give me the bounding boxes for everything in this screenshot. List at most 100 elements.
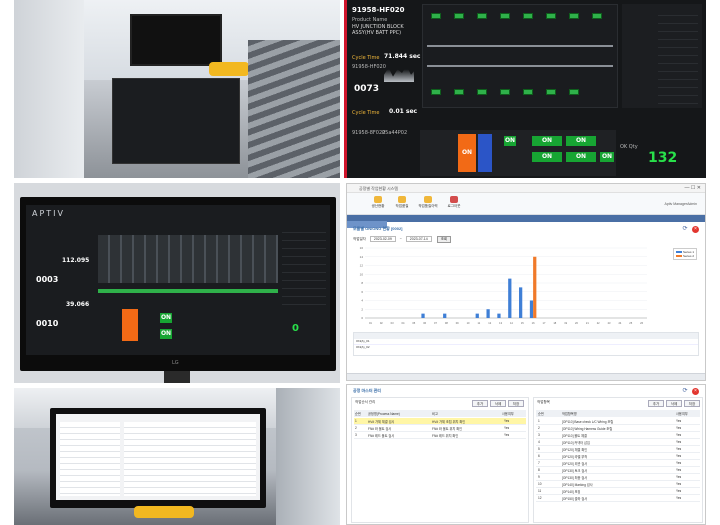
chart-legend: Series 1 Series 2 [673,248,697,260]
yellow-parts [209,62,249,76]
right-cell-use: Yes [676,489,682,493]
x-tick-label: 25 [629,321,632,325]
left-h-note: 비고 [432,412,438,416]
left-table-row[interactable]: 1 HV# 가체 체결 검사 HV# 가체 조립 위치 확인 Yes [354,418,526,425]
report-window: 공정별 작업현황 시스템 — ☐ ✕ 생산현황 작업품질 작업품질이력 로그아웃… [346,183,706,381]
search-button[interactable]: 조회 [436,236,452,243]
ribbon-btn-history[interactable]: 작업품질이력 [417,195,439,213]
right-add-button[interactable]: 추가 [648,400,664,407]
right-cell-use: Yes [676,419,682,423]
right-table-row[interactable]: 10 [OP140] Marking 검사 Yes [536,481,700,488]
right-cell-name: [OP130] 토크 검사 [562,469,588,473]
monitor-cycle-time2: 39.066 [66,301,90,308]
right-table-row[interactable]: 4 [OP110] 커넥터 삽입 Yes [536,439,700,446]
right-table-row[interactable]: 7 [OP120] 외관 검사 Yes [536,460,700,467]
x-tick-label: 19 [564,321,567,325]
right-table-row[interactable]: 1 [OP110] Base check L/C Wiring 조립 Yes [536,418,700,425]
ribbon: 생산현황 작업품질 작업품질이력 로그아웃 Aptiv ManagerAdmin [347,193,705,215]
right-table-row[interactable]: 8 [OP130] 토크 검사 Yes [536,467,700,474]
monitor-screen: APTIV 112.095 0003 39.066 0010 ON ON 0 [26,205,330,355]
left-add-button[interactable]: 추가 [472,400,488,407]
red-border [344,0,347,178]
blue-badge [478,134,492,172]
left-cell-note: HV# 가체 조립 위치 확인 [432,420,466,424]
on-box-2: ON [532,136,562,146]
trend-graph [384,65,414,82]
config-refresh-icon[interactable]: ⟳ [681,388,689,395]
config-window: 공정 마스터 관리 × ⟳ 작업순서 관리 추가 삭제 저장 순번 공정명(Pr… [346,384,706,525]
monitor-on-2: ON [160,329,172,339]
cycle-time-value: 71.844 sec [384,53,421,60]
bar-series1 [497,313,501,318]
right-delete-button[interactable]: 삭제 [666,400,682,407]
right-cell-name: [OP120] 라벨 부착 [562,455,588,459]
data-row-1-label: ON(A)_01 [356,339,370,343]
legend-label-2: Series 2 [682,254,694,258]
photo-monitor-2 [14,388,340,525]
y-tick-label: 6 [361,290,363,294]
config-title: 공정 마스터 관리 [353,388,381,393]
station-indicator [454,89,464,95]
config-close-icon[interactable]: × [692,388,699,395]
left-cell-name: FN# 레드 볼트 검사 [368,434,395,438]
monitor-on-1: ON [160,313,172,323]
station-indicator [569,89,579,95]
left-cell-name: FN# 와 볼트 검사 [368,427,392,431]
right-table-row[interactable]: 5 [OP120] 체결 확인 Yes [536,446,700,453]
refresh-icon[interactable]: ⟳ [681,226,689,233]
monitor [130,14,222,66]
monitor-cycle-time: 112.095 [62,257,90,264]
right-cell-no: 7 [538,461,540,465]
ribbon-btn-quality[interactable]: 작업품질 [391,195,413,213]
right-save-button[interactable]: 저장 [684,400,700,407]
right-cell-use: Yes [676,461,682,465]
data-row-2[interactable]: ON(A)_02 [354,345,698,351]
collage: 91958-HF020 Product Name HV JUNCTION BLO… [0,0,720,525]
left-cell-use: Yes [504,426,510,430]
right-table-row[interactable]: 9 [OP130] 최종 검사 Yes [536,474,700,481]
ribbon-btn-production[interactable]: 생산현황 [367,195,389,213]
station-indicator [454,13,464,19]
user-info: Aptiv ManagerAdmin [664,202,698,206]
right-table-row[interactable]: 3 [OP110] 볼트 체결 Yes [536,432,700,439]
y-tick-label: 16 [360,246,364,250]
ribbon-btn-logout[interactable]: 로그아웃 [443,195,465,213]
x-tick-label: 18 [553,321,556,325]
left-table-row[interactable]: 3 FN# 레드 볼트 검사 FN# 레드 위치 확인 Yes [354,432,526,439]
left-h-name: 공정명(Process Name) [368,412,400,416]
right-table-row[interactable]: 12 [OP150] 출하 검사 Yes [536,495,700,502]
model-code: 91958-HF020 [352,6,405,14]
x-tick-label: 13 [499,321,502,325]
right-cell-no: 2 [538,426,540,430]
photo-monitor: APTIV 112.095 0003 39.066 0010 ON ON 0 L… [14,183,340,383]
bar-chart: 024681012141601 02 03 04 05 06 07 08 09 10 11 12 13 1… [360,246,647,325]
left-cell-use: Yes [504,433,510,437]
right-table-row[interactable]: 6 [OP120] 라벨 부착 Yes [536,453,700,460]
right-table-row[interactable]: 11 [OP140] 포장 Yes [536,488,700,495]
ribbon-label-3: 로그아웃 [447,204,461,208]
left-save-button[interactable]: 저장 [508,400,524,407]
monitor-orange-badge [122,309,138,341]
right-h-use: 사용여부 [676,412,688,416]
line-diagram [422,4,618,108]
logout-icon [450,196,458,203]
right-cell-use: Yes [676,433,682,437]
left-h-use: 사용여부 [502,412,514,416]
monitor2-pane-left [60,422,120,496]
filter-input2[interactable]: 2023-07-14 [405,236,432,242]
left-table-row[interactable]: 2 FN# 와 볼트 검사 FN# 와 볼트 위치 확인 Yes [354,425,526,432]
x-tick-label: 20 [575,321,578,325]
close-icon[interactable]: × [692,226,699,233]
window-controls[interactable]: — ☐ ✕ [685,184,701,193]
bar-series1 [529,300,534,318]
station-indicator [500,89,510,95]
filter-input1[interactable]: 2023-02-09 [369,236,396,242]
right-cell-no: 9 [538,475,540,479]
cycle-time2-label: Cycle Time [352,110,380,116]
right-table-row[interactable]: 2 [OP110] Wiring Harness Guide 조립 Yes [536,425,700,432]
left-delete-button[interactable]: 삭제 [490,400,506,407]
status-row: ON ON ON ON ON ON ON [420,130,616,176]
left-cell-note: FN# 레드 위치 확인 [432,434,459,438]
product-name-value: HV JUNCTION BLOCK ASSY(HV BATT PPC) [352,24,404,36]
on-box-5: ON [566,152,596,162]
